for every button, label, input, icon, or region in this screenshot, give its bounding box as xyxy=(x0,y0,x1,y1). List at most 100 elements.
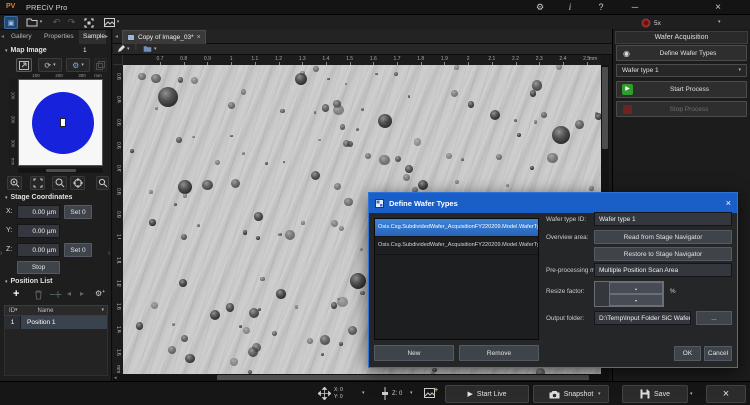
set-z-zero-button[interactable]: Set 0 xyxy=(64,243,92,257)
wafer-type-list[interactable]: Osis.Csg.SubdividedWafer_AcquisitionFY22… xyxy=(374,218,539,340)
help-icon[interactable]: ? xyxy=(591,1,611,14)
remove-wafer-type-button[interactable]: Remove xyxy=(459,345,539,361)
map-image-header[interactable]: ▾Map Image xyxy=(5,47,47,54)
table-row[interactable]: 1Position 1 xyxy=(5,316,107,329)
z-slider-icon xyxy=(382,387,388,400)
stop-process-button[interactable]: Stop Process xyxy=(616,101,747,117)
wafer-type-list-item[interactable]: Osis.Csg.SubdividedWafer_AcquisitionFY22… xyxy=(375,219,538,237)
position-table-header[interactable]: ID▾ Name ▾ xyxy=(4,305,108,316)
set-x-zero-button[interactable]: Set 0 xyxy=(64,205,92,219)
next-position-icon[interactable]: ▸ xyxy=(80,289,84,298)
stage-z-control[interactable] xyxy=(382,387,388,402)
y-coordinate-field[interactable]: 0.00 µm xyxy=(17,224,60,238)
draw-tool-button[interactable]: ▾ xyxy=(117,45,130,53)
image-tool-button[interactable]: ▾ xyxy=(99,16,124,29)
stage-center-icon[interactable] xyxy=(70,176,85,190)
stage-coordinates-header[interactable]: ▾Stage Coordinates xyxy=(5,194,72,201)
horizontal-scrollbar-thumb[interactable] xyxy=(217,375,589,380)
settings-icon[interactable]: ⚙ xyxy=(530,1,550,14)
filter-icon[interactable]: ▾ xyxy=(101,308,104,313)
horizontal-scrollbar[interactable]: ◂ xyxy=(113,374,601,381)
tab-scroll-right-icon[interactable]: ▸ xyxy=(105,33,108,40)
panel-expand-icon[interactable]: › xyxy=(0,250,2,257)
tab-properties[interactable]: Properties xyxy=(40,30,78,44)
map-layers-icon[interactable] xyxy=(94,58,107,72)
previous-position-icon[interactable]: ◂ xyxy=(67,289,71,298)
read-from-stage-navigator-button[interactable]: Read from Stage Navigator xyxy=(594,230,732,244)
add-position-icon[interactable]: + xyxy=(13,288,19,300)
objective-selector[interactable]: 5x xyxy=(641,18,661,28)
map-scrollbar-thumb[interactable] xyxy=(46,169,76,172)
dialog-title: Define Wafer Types xyxy=(389,199,721,208)
wafer-type-id-field[interactable]: Wafer type 1 xyxy=(594,212,732,226)
define-wafer-types-button[interactable]: ◉ Define Wafer Types xyxy=(616,45,747,61)
y-axis-label: Y: xyxy=(6,227,12,234)
start-process-button[interactable]: ▶ Start Process xyxy=(616,81,747,98)
tab-gallery[interactable]: Gallery xyxy=(7,30,36,44)
wafer-map-canvas[interactable] xyxy=(18,79,103,166)
map-scrollbar[interactable] xyxy=(18,168,103,173)
chevron-down-icon[interactable]: ▾ xyxy=(690,392,693,397)
goto-position-icon[interactable] xyxy=(50,290,62,301)
column-name[interactable]: Name xyxy=(38,308,102,314)
particle xyxy=(408,95,410,97)
position-list-header[interactable]: ▾Position List xyxy=(5,278,53,285)
close-window-icon[interactable]: × xyxy=(708,1,728,14)
stop-icon xyxy=(623,105,632,114)
fit-view-icon[interactable] xyxy=(82,16,96,29)
tab-scroll-left-icon[interactable]: ◂ xyxy=(1,33,4,40)
stage-navigate-icon[interactable] xyxy=(16,58,32,72)
image-tab[interactable]: Copy of Image_03* × xyxy=(122,30,206,44)
undo-icon[interactable]: ↶ xyxy=(50,16,63,29)
output-folder-field[interactable]: D:\Temp\Input Folder SiC Wafer xyxy=(594,311,691,325)
tab-scroll-left-icon[interactable]: ◂ xyxy=(115,33,118,40)
open-file-button[interactable]: ▾ xyxy=(22,16,46,29)
x-coordinate-field[interactable]: 0.00 µm xyxy=(17,205,60,219)
restore-to-stage-navigator-button[interactable]: Restore to Stage Navigator xyxy=(594,247,732,261)
z-coordinate-field[interactable]: 0.00 µm xyxy=(17,243,60,257)
delete-position-icon[interactable] xyxy=(34,290,43,302)
tab-sample[interactable]: Sample 1 xyxy=(79,30,106,44)
particle xyxy=(295,305,298,308)
info-icon[interactable]: i xyxy=(560,1,580,14)
chevron-down-icon[interactable]: ▾ xyxy=(410,391,413,396)
wafer-type-list-item[interactable]: Osis.Csg.SubdividedWafer_AcquisitionFY22… xyxy=(375,237,538,255)
spin-up-button[interactable]: ▴ xyxy=(609,282,663,294)
browse-folder-button[interactable]: ... xyxy=(696,311,732,325)
resize-factor-spinner[interactable]: ▴ ▾ xyxy=(594,281,664,307)
close-live-button[interactable]: × xyxy=(706,385,746,403)
panel-collapse-icon[interactable]: ‹ xyxy=(108,250,110,257)
map-options-icon[interactable] xyxy=(96,176,109,190)
chevron-down-icon[interactable]: ▾ xyxy=(718,20,721,25)
wafer-type-dropdown[interactable]: Wafer type 1 ▾ xyxy=(616,64,747,77)
refresh-map-button[interactable]: ⟳▾ xyxy=(38,58,62,72)
resize-factor-value[interactable] xyxy=(595,282,609,306)
zoom-in-map-icon[interactable] xyxy=(7,176,22,190)
preprocessing-macro-field[interactable]: Multiple Position Scan Area xyxy=(594,263,732,277)
dialog-close-icon[interactable]: × xyxy=(726,198,731,208)
position-settings-icon[interactable]: ⚙+ xyxy=(95,289,105,298)
cancel-button[interactable]: Cancel xyxy=(704,346,732,361)
gallery-tool-button[interactable]: ▾ xyxy=(143,45,157,53)
dialog-titlebar[interactable]: Define Wafer Types × xyxy=(369,193,737,213)
chevron-down-icon[interactable]: ▾ xyxy=(598,392,601,397)
close-tab-icon[interactable]: × xyxy=(197,34,201,41)
reference-image-button[interactable]: + xyxy=(424,387,438,401)
map-settings-button[interactable]: ⚙▾ xyxy=(66,58,90,72)
chevron-down-icon[interactable]: ▾ xyxy=(362,391,365,396)
spin-down-button[interactable]: ▾ xyxy=(609,294,663,306)
stage-xy-control[interactable] xyxy=(318,387,331,402)
vertical-scrollbar-thumb[interactable] xyxy=(602,67,608,149)
ruler-tick xyxy=(118,307,121,308)
minimize-icon[interactable]: ─ xyxy=(625,1,645,14)
stage-position-marker xyxy=(60,118,66,127)
fit-map-icon[interactable] xyxy=(30,176,45,190)
ok-button[interactable]: OK xyxy=(674,346,701,361)
new-wafer-type-button[interactable]: New xyxy=(374,345,454,361)
redo-icon[interactable]: ↷ xyxy=(65,16,78,29)
zoom-map-icon[interactable] xyxy=(52,176,67,190)
stop-stage-button[interactable]: Stop xyxy=(17,261,60,274)
layout-tool-icon[interactable]: ▣ xyxy=(4,16,18,29)
save-button[interactable]: Save xyxy=(622,385,688,403)
start-live-button[interactable]: ▶ Start Live xyxy=(445,385,529,403)
